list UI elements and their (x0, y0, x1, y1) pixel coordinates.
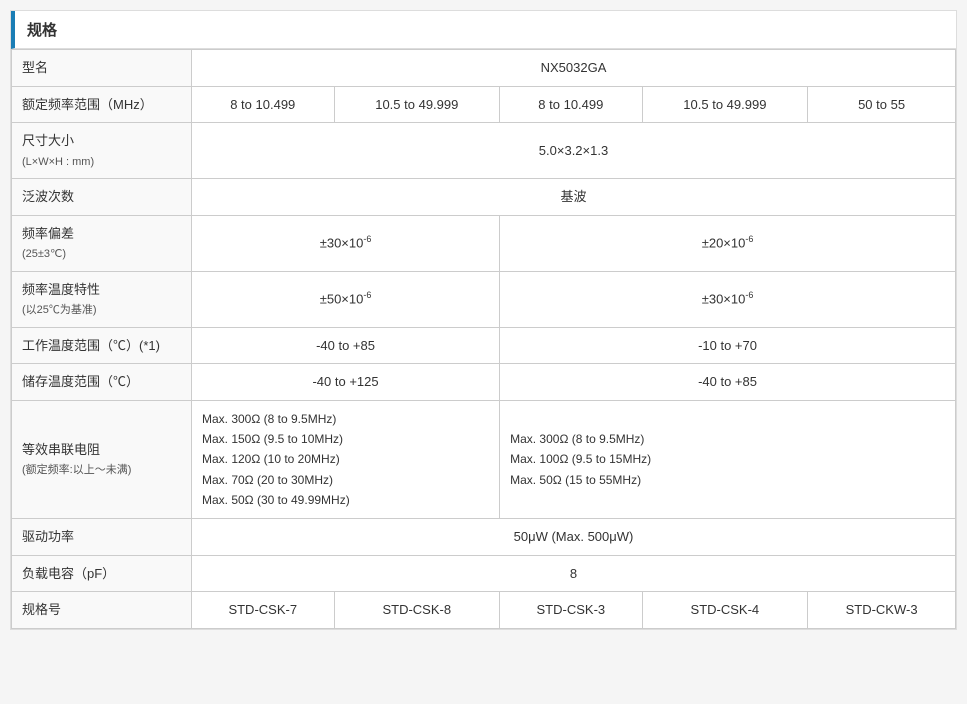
freq-col-1: 8 to 10.499 (192, 86, 335, 123)
size-value: 5.0×3.2×1.3 (192, 123, 956, 179)
section-title: 规格 (11, 11, 956, 49)
freq-col-5: 50 to 55 (808, 86, 956, 123)
freq-temp-group2: ±30×10-6 (500, 271, 956, 327)
size-label: 尺寸大小(L×W×H : mm) (12, 123, 192, 179)
storage-temp-group2: -40 to +85 (500, 364, 956, 401)
storage-temp-row: 储存温度范围（℃） -40 to +125 -40 to +85 (12, 364, 956, 401)
freq-deviation-row: 频率偏差(25±3℃) ±30×10-6 ±20×10-6 (12, 215, 956, 271)
drive-level-label: 驱动功率 (12, 519, 192, 556)
overtone-value: 基波 (192, 179, 956, 216)
load-cap-row: 负载电容（pF） 8 (12, 555, 956, 592)
op-temp-group1: -40 to +85 (192, 327, 500, 364)
esr-label: 等效串联电阻(额定频率:以上〜未满) (12, 400, 192, 519)
part-num-4: STD-CSK-4 (642, 592, 808, 629)
part-num-5: STD-CKW-3 (808, 592, 956, 629)
overtone-label: 泛波次数 (12, 179, 192, 216)
part-num-1: STD-CSK-7 (192, 592, 335, 629)
model-value: NX5032GA (192, 50, 956, 87)
load-cap-value: 8 (192, 555, 956, 592)
op-temp-row: 工作温度范围（℃）(*1) -40 to +85 -10 to +70 (12, 327, 956, 364)
op-temp-group2: -10 to +70 (500, 327, 956, 364)
part-num-2: STD-CSK-8 (334, 592, 500, 629)
op-temp-label: 工作温度范围（℃）(*1) (12, 327, 192, 364)
drive-level-value: 50μW (Max. 500μW) (192, 519, 956, 556)
part-number-row: 规格号 STD-CSK-7 STD-CSK-8 STD-CSK-3 STD-CS… (12, 592, 956, 629)
freq-range-row: 额定频率范围（MHz） 8 to 10.499 10.5 to 49.999 8… (12, 86, 956, 123)
load-cap-label: 负载电容（pF） (12, 555, 192, 592)
freq-temp-row: 频率温度特性(以25℃为基准) ±50×10-6 ±30×10-6 (12, 271, 956, 327)
model-label: 型名 (12, 50, 192, 87)
part-num-3: STD-CSK-3 (500, 592, 643, 629)
page-container: 规格 型名 NX5032GA 额定频率范围（MHz） 8 to 10.499 1… (10, 10, 957, 630)
storage-temp-label: 储存温度范围（℃） (12, 364, 192, 401)
part-number-label: 规格号 (12, 592, 192, 629)
esr-row: 等效串联电阻(额定频率:以上〜未满) Max. 300Ω (8 to 9.5MH… (12, 400, 956, 519)
esr-group1: Max. 300Ω (8 to 9.5MHz) Max. 150Ω (9.5 t… (192, 400, 500, 519)
specs-table: 型名 NX5032GA 额定频率范围（MHz） 8 to 10.499 10.5… (11, 49, 956, 629)
storage-temp-group1: -40 to +125 (192, 364, 500, 401)
overtone-row: 泛波次数 基波 (12, 179, 956, 216)
drive-level-row: 驱动功率 50μW (Max. 500μW) (12, 519, 956, 556)
freq-deviation-group2: ±20×10-6 (500, 215, 956, 271)
freq-temp-label: 频率温度特性(以25℃为基准) (12, 271, 192, 327)
freq-temp-group1: ±50×10-6 (192, 271, 500, 327)
model-row: 型名 NX5032GA (12, 50, 956, 87)
freq-col-2: 10.5 to 49.999 (334, 86, 500, 123)
freq-col-4: 10.5 to 49.999 (642, 86, 808, 123)
esr-group2: Max. 300Ω (8 to 9.5MHz) Max. 100Ω (9.5 t… (500, 400, 956, 519)
freq-deviation-label: 频率偏差(25±3℃) (12, 215, 192, 271)
freq-col-3: 8 to 10.499 (500, 86, 643, 123)
freq-range-label: 额定频率范围（MHz） (12, 86, 192, 123)
size-row: 尺寸大小(L×W×H : mm) 5.0×3.2×1.3 (12, 123, 956, 179)
freq-deviation-group1: ±30×10-6 (192, 215, 500, 271)
